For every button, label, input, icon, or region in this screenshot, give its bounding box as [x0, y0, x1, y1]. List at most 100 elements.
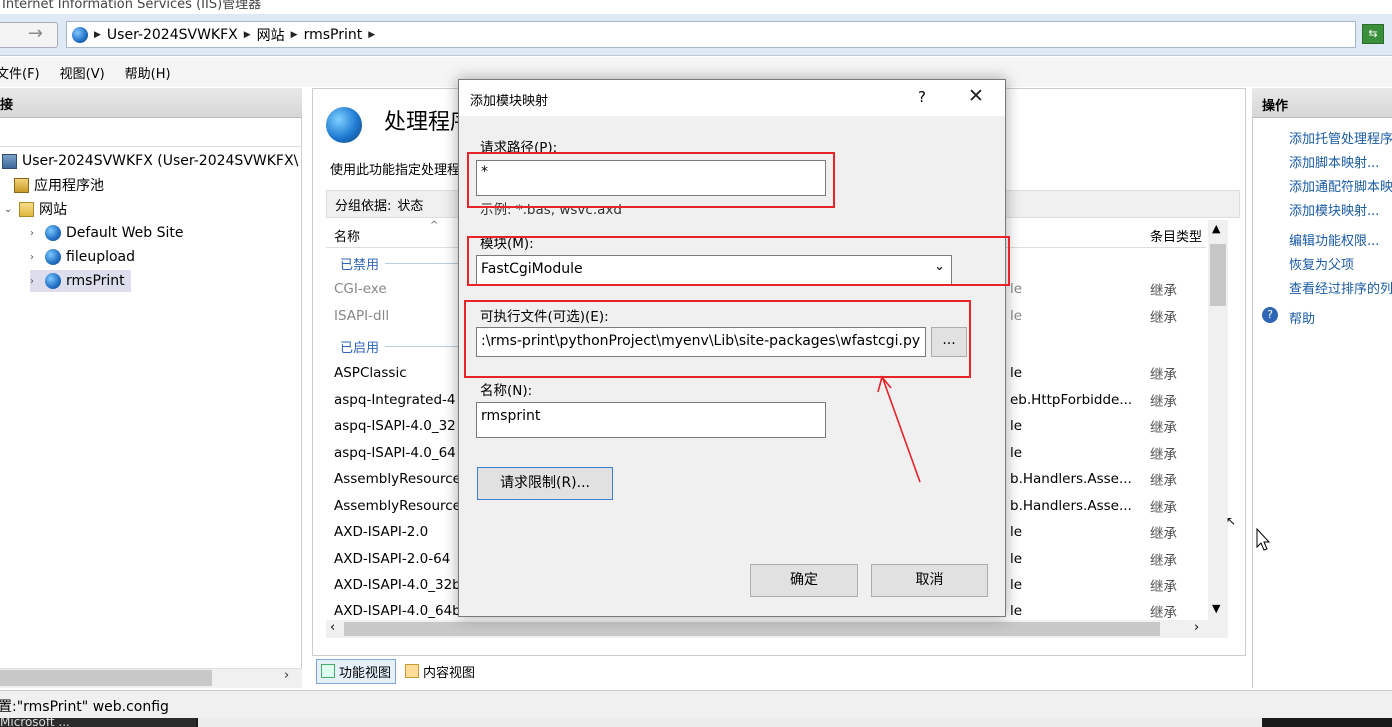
row-type: 继承: [1150, 310, 1177, 326]
action-add-module-mapping[interactable]: 添加模块映射...: [1289, 200, 1379, 219]
tree-label: 应用程序池: [34, 178, 104, 194]
ok-button[interactable]: 确定: [750, 564, 858, 597]
menu-help[interactable]: 帮助(H): [125, 63, 171, 82]
action-revert-to-parent[interactable]: 恢复为父项: [1289, 254, 1354, 273]
tree-label: fileupload: [66, 249, 136, 265]
tab-label: 功能视图: [339, 665, 392, 681]
table-hscrollbar-thumb[interactable]: [344, 622, 1160, 636]
tree-item-fileupload[interactable]: › fileupload: [30, 246, 135, 268]
action-add-wildcard-script-map[interactable]: 添加通配符脚本映射...: [1289, 176, 1392, 195]
globe-icon: [45, 273, 61, 289]
tab-label: 内容视图: [423, 665, 476, 681]
server-icon: [2, 153, 17, 169]
help-icon: ?: [1262, 307, 1278, 323]
content-view-icon: [405, 664, 420, 678]
tree-item-default-web-site[interactable]: › Default Web Site: [30, 222, 183, 244]
row-name: aspq-ISAPI-4.0_32: [334, 418, 456, 434]
tree-label: 网站: [39, 202, 67, 218]
feature-title: 处理程序映射: [384, 110, 458, 135]
row-path: le: [1010, 524, 1023, 540]
row-name: AXD-ISAPI-2.0-64: [334, 551, 451, 567]
name-input[interactable]: rmsprint: [476, 402, 826, 438]
mouse-cursor-icon: [1256, 528, 1271, 551]
row-name: aspq-ISAPI-4.0_64: [334, 445, 456, 461]
crumb-site[interactable]: rmsPrint: [304, 27, 363, 43]
row-path: le: [1010, 445, 1023, 461]
tab-features-view[interactable]: 功能视图: [316, 658, 397, 684]
tree-item-app-pools[interactable]: 应用程序池: [14, 174, 104, 196]
row-name: AXD-ISAPI-4.0_64b: [334, 603, 459, 619]
action-help[interactable]: 帮助: [1289, 308, 1315, 327]
refresh-icon[interactable]: ⇆: [1362, 24, 1384, 44]
close-icon[interactable]: ✕: [968, 85, 984, 107]
window-titlebar: Internet Information Services (IIS)管理器: [0, 0, 1392, 14]
row-name: aspq-Integrated-4: [334, 392, 456, 408]
scroll-down-icon[interactable]: ▼: [1212, 602, 1220, 615]
crumb-server[interactable]: User-2024SVWKFX: [107, 27, 238, 43]
menu-view[interactable]: 视图(V): [60, 63, 105, 82]
action-add-script-map[interactable]: 添加脚本映射...: [1289, 152, 1379, 171]
folder-icon: [19, 201, 34, 217]
group-label: 已启用: [340, 340, 380, 356]
tree-label: rmsPrint: [66, 273, 125, 289]
scroll-left-icon[interactable]: ‹: [330, 620, 335, 635]
features-view-icon: [321, 664, 335, 678]
tab-content-view[interactable]: 内容视图: [400, 659, 480, 684]
scroll-right-icon[interactable]: ›: [284, 668, 289, 683]
crumb-separator-icon: ▶: [94, 30, 101, 40]
chevron-down-icon[interactable]: ⌄: [4, 204, 14, 215]
crumb-separator-icon: ▶: [368, 30, 376, 40]
taskbar-item[interactable]: Microsoft ...: [0, 718, 196, 727]
request-restrictions-button[interactable]: 请求限制(R)...: [477, 467, 613, 500]
back-button[interactable]: →: [0, 22, 58, 48]
tree-label: User-2024SVWKFX (User-2024SVWKFX\: [22, 153, 299, 169]
view-tabs: 功能视图 内容视图: [316, 658, 480, 684]
taskbar-item-label: Microsoft ...: [0, 718, 70, 727]
row-path: le: [1010, 603, 1023, 619]
actions-header: 操作: [1252, 88, 1392, 118]
status-text: 置:"rmsPrint" web.config: [0, 699, 169, 715]
group-by-label: 分组依据:: [335, 198, 392, 214]
group-by-value[interactable]: 状态: [397, 195, 423, 214]
dialog-title: 添加模块映射: [470, 94, 549, 109]
row-type: 继承: [1150, 394, 1177, 410]
row-path: le: [1010, 365, 1023, 381]
left-hscrollbar-thumb[interactable]: [0, 670, 212, 686]
tree-item-sites[interactable]: ⌄ 网站: [4, 198, 67, 220]
tree-item-rmsprint[interactable]: › rmsPrint: [30, 270, 131, 292]
tree-item-server[interactable]: User-2024SVWKFX (User-2024SVWKFX\: [2, 150, 298, 172]
row-path: b.Handlers.Asse...: [1010, 471, 1132, 487]
crumb-separator-icon: ▶: [290, 30, 298, 40]
chevron-right-icon[interactable]: ›: [30, 276, 40, 287]
row-path: b.Handlers.Asse...: [1010, 498, 1132, 514]
scroll-right-icon[interactable]: ›: [1194, 620, 1199, 635]
row-path: eb.HttpForbidde...: [1010, 392, 1133, 408]
row-path: le: [1010, 418, 1023, 434]
handler-mappings-icon: [326, 107, 362, 143]
annotation-box-module: [467, 236, 1010, 286]
menu-file[interactable]: 文件(F): [0, 63, 40, 82]
action-view-ordered-list[interactable]: 查看经过排序的列表...: [1289, 278, 1392, 297]
group-enabled: 已启用: [340, 334, 470, 358]
group-label: 已禁用: [340, 257, 380, 273]
dialog-help-button[interactable]: ?: [918, 88, 926, 106]
table-vscrollbar-thumb[interactable]: [1210, 244, 1226, 306]
connections-title: 接: [0, 98, 14, 113]
connections-toolbar: [0, 119, 302, 147]
resize-cursor-icon: ↖: [1226, 514, 1237, 528]
row-path: le: [1010, 577, 1023, 593]
action-add-managed-handler[interactable]: 添加托管处理程序...: [1289, 128, 1392, 147]
chevron-right-icon[interactable]: ›: [30, 228, 40, 239]
scroll-up-icon[interactable]: ▲: [1212, 222, 1220, 235]
window-title: Internet Information Services (IIS)管理器: [2, 0, 262, 12]
cancel-button[interactable]: 取消: [871, 564, 988, 597]
row-type: 继承: [1150, 473, 1177, 489]
annotation-box-path: [467, 152, 835, 208]
chevron-right-icon[interactable]: ›: [30, 252, 40, 263]
action-edit-feature-permissions[interactable]: 编辑功能权限...: [1289, 230, 1379, 249]
globe-icon: [45, 225, 61, 241]
group-disabled: 已禁用: [340, 251, 470, 275]
crumb-sites[interactable]: 网站: [257, 25, 285, 45]
row-name: CGI-exe: [334, 281, 387, 297]
row-type: 继承: [1150, 526, 1177, 542]
